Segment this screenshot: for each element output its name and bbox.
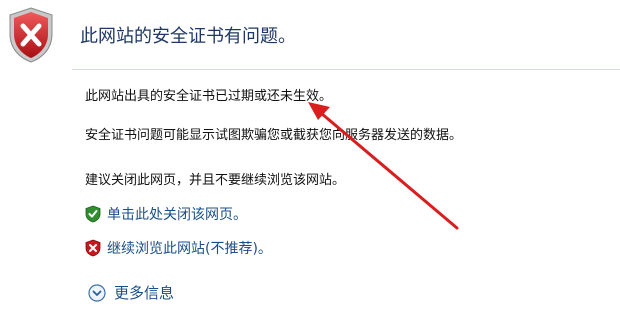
green-check-shield-icon	[85, 205, 101, 223]
red-x-shield-icon	[85, 239, 101, 257]
close-page-label: 单击此处关闭该网页。	[107, 207, 247, 223]
title-divider	[72, 69, 620, 70]
continue-to-site-label: 继续浏览此网站(不推荐)。	[107, 241, 272, 257]
expired-certificate-text: 此网站出具的安全证书已过期或还未生效。	[85, 89, 333, 104]
expand-circle-icon	[88, 283, 106, 302]
page-title: 此网站的安全证书有问题。	[80, 26, 296, 47]
error-shield-icon	[9, 7, 53, 63]
security-risk-text: 安全证书问题可能显示试图欺骗您或截获您向服务器发送的数据。	[85, 128, 463, 143]
more-information-label: 更多信息	[114, 284, 175, 302]
close-page-link[interactable]: 单击此处关闭该网页。	[85, 204, 247, 224]
certificate-error-page: 此网站的安全证书有问题。 此网站出具的安全证书已过期或还未生效。 安全证书问题可…	[0, 0, 620, 309]
recommendation-text: 建议关闭此网页，并且不要继续浏览该网站。	[85, 173, 346, 188]
more-information-toggle[interactable]: 更多信息	[88, 282, 174, 303]
continue-to-site-link[interactable]: 继续浏览此网站(不推荐)。	[85, 238, 272, 258]
